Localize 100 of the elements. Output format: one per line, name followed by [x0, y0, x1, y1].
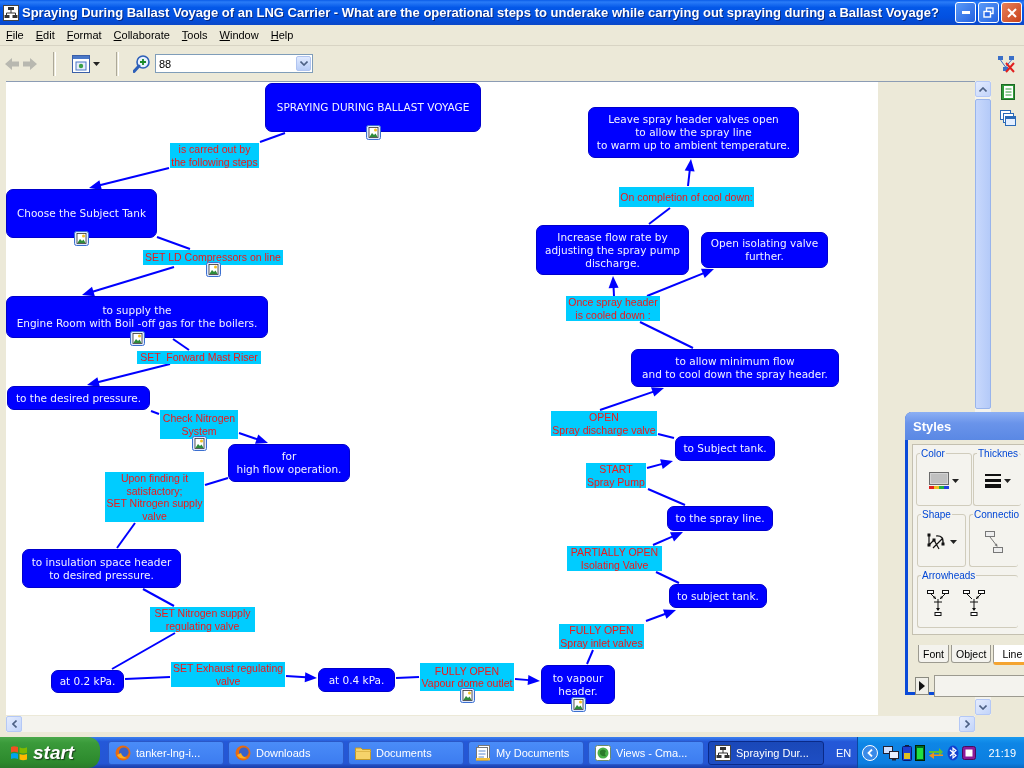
- dropdown-button[interactable]: [296, 56, 311, 71]
- curve-nodes-icon: [926, 532, 947, 551]
- picture-icon[interactable]: [460, 688, 475, 703]
- restore-button[interactable]: [978, 2, 999, 23]
- concept-node: at 0.2 kPa.: [51, 670, 124, 693]
- play-icon: [919, 681, 925, 691]
- connector-arrow: [646, 459, 673, 469]
- minimize-button[interactable]: [955, 2, 976, 23]
- chevron-left-icon: [867, 748, 874, 757]
- caret-icon: [93, 61, 100, 66]
- windows-flag-icon: [10, 743, 28, 762]
- battery-icon[interactable]: [902, 744, 913, 761]
- shape-button[interactable]: [926, 532, 957, 551]
- scrollbar-thumb[interactable]: [975, 99, 991, 409]
- arrowhead-button[interactable]: [963, 589, 985, 616]
- language-indicator[interactable]: EN: [836, 746, 852, 759]
- minimize-icon: [961, 11, 970, 14]
- menu-item[interactable]: Help: [264, 29, 300, 41]
- scroll-right-button[interactable]: [959, 716, 975, 732]
- bluetooth-icon[interactable]: [947, 744, 960, 761]
- folder-icon: [355, 745, 371, 760]
- picture-icon[interactable]: [130, 331, 145, 346]
- connector-line: [204, 477, 229, 486]
- linking-phrase: On completion of cool down:: [619, 187, 754, 207]
- picture-icon[interactable]: [206, 262, 221, 277]
- play-button[interactable]: [915, 677, 929, 695]
- connector-line: [395, 676, 420, 679]
- hierarchy-icon: [715, 744, 731, 761]
- connector-arrow: [608, 276, 619, 297]
- left-arrow-icon: [5, 57, 19, 70]
- connector-arrow: [599, 387, 664, 411]
- scroll-down-button[interactable]: [975, 699, 991, 715]
- documents-icon: [475, 744, 491, 761]
- connector-line: [647, 488, 686, 506]
- horizontal-scrollbar[interactable]: [6, 716, 975, 732]
- taskbar-button[interactable]: Documents: [348, 740, 464, 765]
- connector-line: [657, 433, 675, 439]
- show-hidden-icons-button[interactable]: [862, 744, 879, 761]
- connector-line: [655, 571, 680, 584]
- taskbar-button[interactable]: tanker-lng-i...: [108, 740, 224, 765]
- chevron-down-icon: [299, 61, 308, 66]
- picture-icon[interactable]: [366, 125, 381, 140]
- menu-item[interactable]: File: [0, 29, 30, 41]
- network-cross-icon: [997, 54, 1015, 73]
- close-icon: [1006, 7, 1017, 18]
- window-title: Spraying During Ballast Voyage of an LNG Carrier - What are the operational steps to underake while carrying out spraying during a Ballast Voyage?: [22, 5, 940, 20]
- taskbar-button[interactable]: Downloads: [228, 740, 344, 765]
- taskbar-button[interactable]: My Documents: [468, 740, 584, 765]
- notebook-icon[interactable]: [1000, 84, 1015, 100]
- connector-icon: [985, 530, 1003, 553]
- picture-icon[interactable]: [74, 231, 89, 246]
- connector-arrow: [646, 268, 714, 297]
- thickness-button[interactable]: [984, 473, 1011, 488]
- caret-icon: [952, 478, 959, 483]
- scroll-left-button[interactable]: [6, 716, 22, 732]
- view-menu-button[interactable]: [70, 54, 102, 73]
- concept-node: Leave spray header valves open to allow the spray line to warm up to ambient temperature.: [588, 107, 799, 158]
- menu-item[interactable]: Format: [60, 29, 108, 41]
- color-button[interactable]: [929, 471, 959, 490]
- chevron-right-icon: [964, 720, 970, 728]
- stacked-windows-icon[interactable]: [999, 110, 1016, 126]
- concept-node: at 0.4 kPa.: [318, 668, 395, 692]
- connector-arrow: [684, 159, 695, 187]
- close-button[interactable]: [1001, 2, 1022, 23]
- concept-node: for high flow operation.: [228, 444, 350, 482]
- panel-tab[interactable]: Font: [918, 645, 949, 663]
- scroll-up-button[interactable]: [975, 81, 991, 97]
- arrowhead-button[interactable]: [927, 589, 949, 616]
- square-icon[interactable]: [962, 745, 977, 760]
- connector-line: [150, 410, 160, 415]
- menu-item[interactable]: Window: [213, 29, 265, 41]
- concept-node: SPRAYING DURING BALLAST VOYAGE: [265, 83, 481, 132]
- picture-icon[interactable]: [192, 436, 207, 451]
- group-label: Arrowheads: [921, 570, 977, 581]
- merge-arrows-icon: [963, 589, 985, 616]
- connection-button[interactable]: [985, 530, 1003, 553]
- taskbar-button[interactable]: Views - Cma...: [588, 740, 704, 765]
- menu-item[interactable]: Collaborate: [107, 29, 176, 41]
- gauge-icon[interactable]: [915, 744, 926, 761]
- connector-arrow: [652, 532, 683, 546]
- zoom-dropdown[interactable]: 88: [155, 54, 313, 73]
- line-weights-icon: [984, 473, 1001, 488]
- connector-arrow: [645, 609, 676, 622]
- concept-node: to Subject tank.: [675, 436, 775, 461]
- menu-item[interactable]: Edit: [29, 29, 61, 41]
- globe-icon: [115, 744, 131, 761]
- start-button[interactable]: start: [0, 737, 100, 768]
- restore-icon: [983, 7, 994, 18]
- picture-icon[interactable]: [571, 697, 586, 712]
- panel-tab[interactable]: Line: [993, 645, 1024, 665]
- linking-phrase: Once spray header is cooled down :: [566, 296, 660, 321]
- connector-arrow: [238, 432, 268, 444]
- menu-item[interactable]: Tools: [175, 29, 214, 41]
- computers-icon[interactable]: [883, 744, 900, 761]
- input-field[interactable]: [934, 675, 1024, 697]
- linking-phrase: Check Nitrogen System: [160, 410, 238, 439]
- linking-phrase: is carred out by the following steps: [170, 143, 259, 168]
- panel-tab[interactable]: Object: [951, 645, 992, 663]
- chevron-up-icon: [979, 86, 987, 92]
- taskbar-button[interactable]: Spraying Dur...: [708, 740, 824, 765]
